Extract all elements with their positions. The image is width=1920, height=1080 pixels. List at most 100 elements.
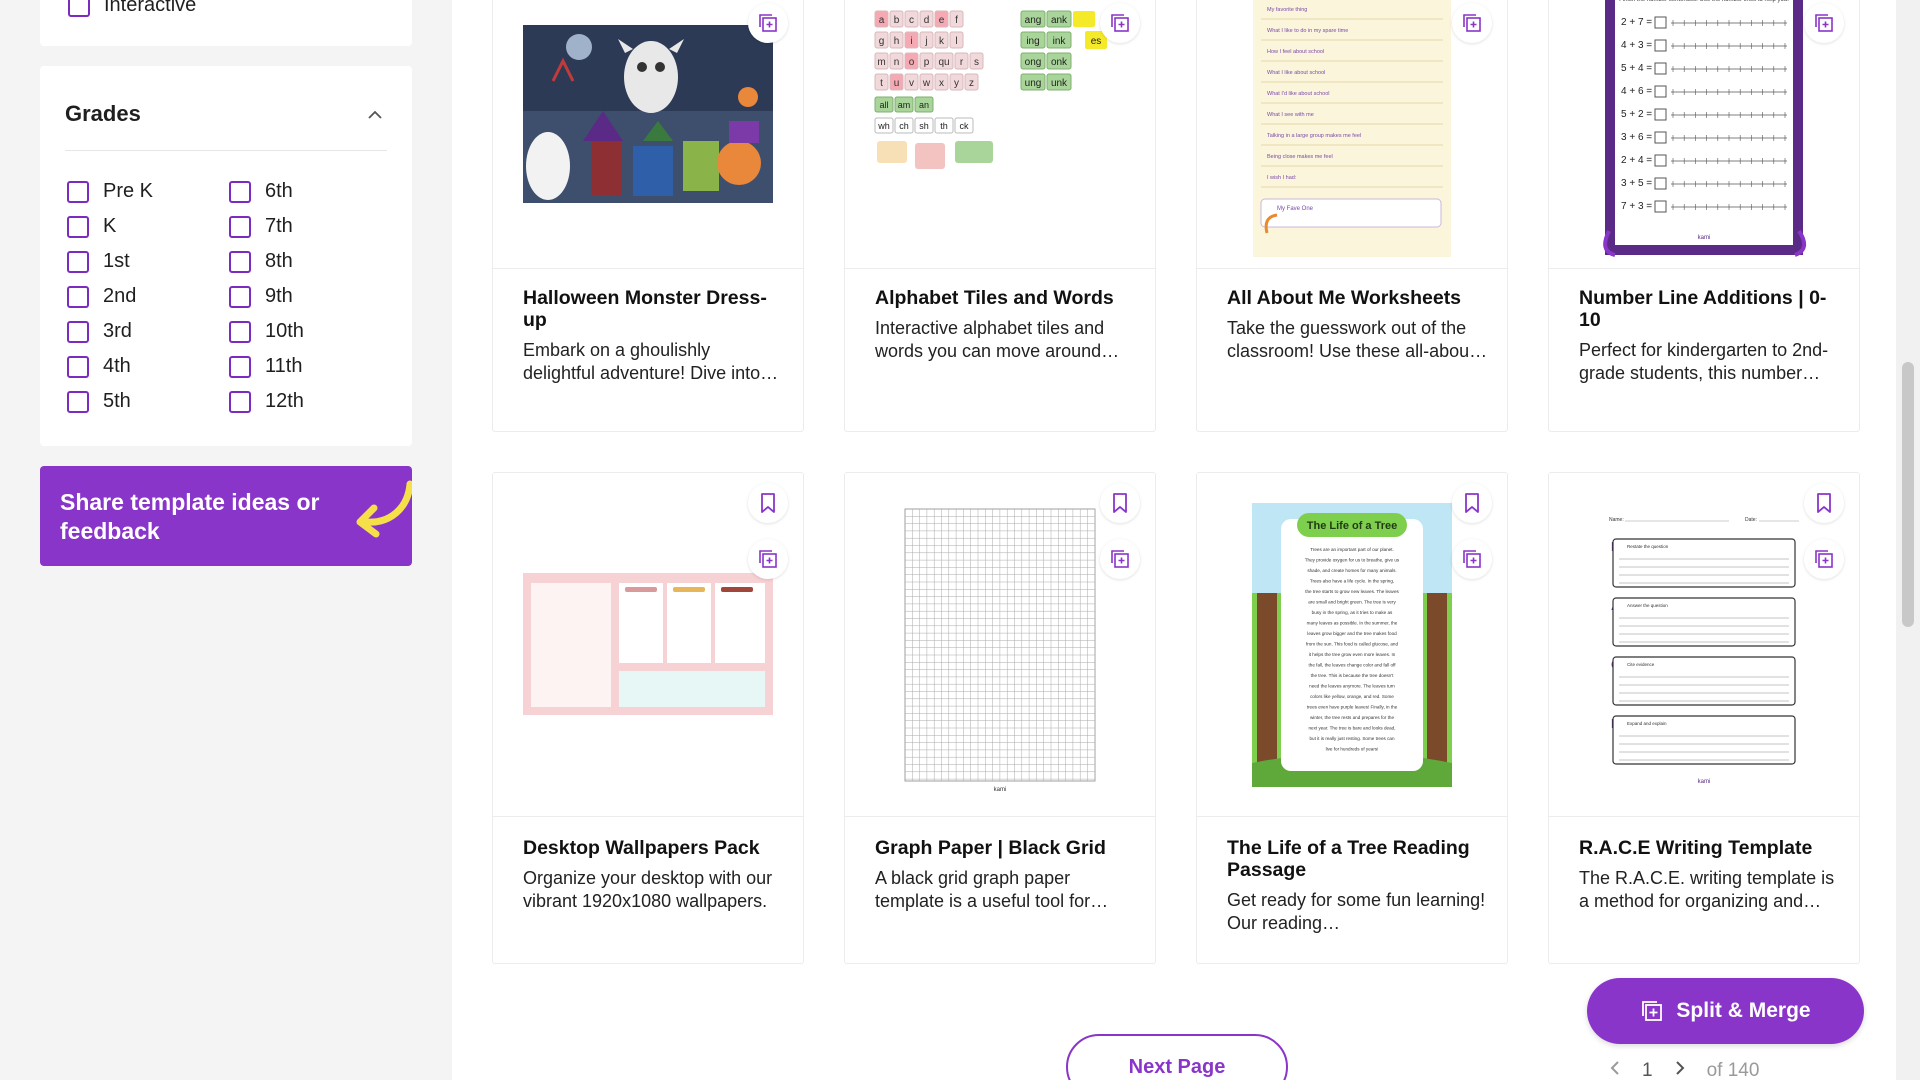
add-to-collection-button[interactable]: [1100, 3, 1140, 43]
passage-line: many leaves as possible. In the summer, …: [1307, 621, 1398, 626]
bookmark-button[interactable]: [1100, 483, 1140, 523]
checkbox[interactable]: [229, 320, 251, 343]
passage-line: the tree starts to grow new leaves. The …: [1305, 589, 1399, 594]
template-card[interactable]: My name is:My favorite thingWhat I like …: [1196, 0, 1508, 432]
checkbox[interactable]: [229, 180, 251, 203]
template-description: Organize your desktop with our vibrant 1…: [523, 868, 773, 911]
letter-tile-text: g: [879, 36, 885, 47]
checkbox[interactable]: [229, 285, 251, 308]
add-to-collection-button[interactable]: [1804, 539, 1844, 579]
chevron-right-icon[interactable]: [1675, 1060, 1685, 1080]
letter-tile-text: qu: [938, 57, 949, 68]
grade-option[interactable]: 1st: [67, 244, 153, 279]
grade-option[interactable]: 11th: [229, 349, 304, 384]
current-page[interactable]: 1: [1642, 1060, 1653, 1080]
grade-label: 4th: [103, 355, 131, 377]
passage-line: shade, and create homes for many animals…: [1307, 568, 1396, 573]
letter-tile-text: j: [924, 36, 927, 47]
grade-option[interactable]: K: [67, 209, 153, 244]
passage-line: live for hundreds of years!: [1326, 747, 1379, 752]
brand-text: kami: [1698, 779, 1711, 785]
grades-header[interactable]: Grades: [65, 94, 387, 134]
answer-box: [1654, 85, 1667, 98]
grade-option[interactable]: 2nd: [67, 279, 153, 314]
template-info: Halloween Monster Dress-up Embark on a g…: [523, 287, 785, 385]
checkbox[interactable]: [67, 320, 89, 343]
add-to-collection-button[interactable]: [748, 539, 788, 579]
checkbox[interactable]: [229, 250, 251, 273]
grade-option[interactable]: 7th: [229, 209, 304, 244]
letter-tile-text: e: [939, 15, 945, 26]
template-thumbnail: [493, 473, 803, 817]
grade-label: 6th: [265, 180, 293, 202]
template-card[interactable]: Halloween Monster Dress-up Embark on a g…: [492, 0, 804, 432]
grade-label: 8th: [265, 250, 293, 272]
grade-label: 2nd: [103, 285, 137, 307]
all-about-me-thumbnail: My name is:My favorite thingWhat I like …: [1253, 0, 1451, 257]
chevron-left-icon[interactable]: [1610, 1060, 1620, 1080]
equation-text: 5 + 4 =: [1621, 63, 1652, 74]
template-thumbnail: The Life of a Tree Trees are an important…: [1197, 473, 1507, 817]
grade-option[interactable]: 8th: [229, 244, 304, 279]
checkbox[interactable]: [67, 215, 89, 238]
template-title: All About Me Worksheets: [1227, 287, 1462, 309]
add-copy-icon: [759, 14, 777, 32]
checkbox[interactable]: [67, 250, 89, 273]
grade-option[interactable]: 9th: [229, 279, 304, 314]
checkbox[interactable]: [229, 355, 251, 378]
bookmark-button[interactable]: [1804, 483, 1844, 523]
checkbox[interactable]: [67, 285, 89, 308]
add-to-collection-button[interactable]: [1804, 3, 1844, 43]
letter-tile-text: b: [894, 15, 900, 26]
split-merge-button[interactable]: Split & Merge: [1587, 978, 1864, 1044]
yellow-tile: [1073, 11, 1095, 27]
add-to-collection-button[interactable]: [1452, 3, 1492, 43]
template-card[interactable]: kami Graph Paper | Black Grid A black gr…: [844, 472, 1156, 964]
scrollbar-thumb[interactable]: [1902, 362, 1914, 627]
blend-tile-text: unk: [1051, 78, 1068, 89]
grade-option[interactable]: 6th: [229, 174, 304, 209]
equation-text: 3 + 5 =: [1621, 178, 1652, 189]
template-card[interactable]: Name:Date:RRestate the questionAAnswer t…: [1548, 472, 1860, 964]
checkbox[interactable]: [68, 0, 90, 17]
prompt-text: Talking in a large group makes me feel: [1267, 133, 1361, 139]
grade-option[interactable]: Pre K: [67, 174, 153, 209]
grade-option[interactable]: 10th: [229, 314, 304, 349]
template-thumbnail: a b c d e f g h i j k l m n o p qu r s t u v w x y z ang ank ing ink o…: [845, 0, 1155, 269]
blend-tile-text: ing: [1026, 36, 1039, 47]
blend-tile-text: onk: [1051, 57, 1068, 68]
checkbox[interactable]: [67, 390, 89, 413]
add-to-collection-button[interactable]: [1452, 539, 1492, 579]
checkbox[interactable]: [229, 390, 251, 413]
template-info: The Life of a Tree Reading Passage Get r…: [1227, 837, 1489, 935]
add-copy-icon: [1111, 550, 1129, 568]
chevron-up-icon[interactable]: [363, 102, 387, 126]
checkbox[interactable]: [67, 355, 89, 378]
template-description: Take the guesswork out of the classroom!…: [1227, 318, 1481, 361]
grade-option[interactable]: 3rd: [67, 314, 153, 349]
add-copy-icon: [759, 550, 777, 568]
passage-line: Trees also have a life cycle. In the spr…: [1310, 579, 1394, 584]
checkbox[interactable]: [67, 180, 89, 203]
next-page-button[interactable]: Next Page: [1066, 1034, 1288, 1080]
template-card[interactable]: The Life of a Tree Trees are an important…: [1196, 472, 1508, 964]
add-copy-icon: [1463, 14, 1481, 32]
bookmark-button[interactable]: [1452, 483, 1492, 523]
template-info: R.A.C.E Writing Template The R.A.C.E. wr…: [1579, 837, 1841, 913]
grade-option[interactable]: 4th: [67, 349, 153, 384]
grade-option[interactable]: 5th: [67, 384, 153, 419]
grade-label: K: [103, 215, 117, 237]
add-to-collection-button[interactable]: [748, 3, 788, 43]
share-feedback-button[interactable]: Share template ideas or feedback: [40, 466, 412, 566]
template-card[interactable]: a b c d e f g h i j k l m n o p qu r s t u v w x y z ang ank ing ink o…: [844, 0, 1156, 432]
grade-option[interactable]: 12th: [229, 384, 304, 419]
template-info: Number Line Additions | 0-10 Perfect for…: [1579, 287, 1841, 385]
checkbox[interactable]: [229, 215, 251, 238]
template-card[interactable]: Finish the number sentences. Use the num…: [1548, 0, 1860, 432]
template-card[interactable]: Desktop Wallpapers Pack Organize your de…: [492, 472, 804, 964]
bookmark-button[interactable]: [748, 483, 788, 523]
add-to-collection-button[interactable]: [1100, 539, 1140, 579]
type-option-interactive[interactable]: Interactive: [68, 0, 196, 17]
template-description: Get ready for some fun learning! Our rea…: [1227, 890, 1486, 933]
digraph-tile-text: th: [940, 121, 948, 131]
